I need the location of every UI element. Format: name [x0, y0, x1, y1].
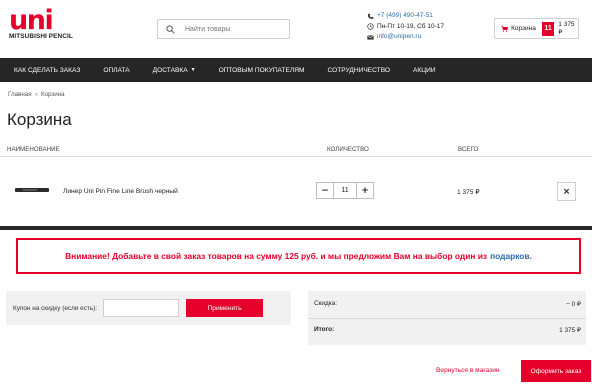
- email-link[interactable]: info@unipen.ru: [377, 32, 421, 43]
- working-hours: Пн-Пт 10-19, Сб 10-17: [377, 22, 444, 30]
- quantity-value[interactable]: 11: [334, 182, 356, 199]
- phone-link[interactable]: +7 (499) 490-47-51: [377, 11, 433, 22]
- caret-down-icon: ▼: [190, 67, 196, 73]
- coupon-input[interactable]: [103, 299, 180, 317]
- nav-item-promotions[interactable]: АКЦИИ: [413, 67, 436, 74]
- gifts-link[interactable]: подарков: [490, 251, 530, 261]
- discount-label: Скидка:: [314, 300, 337, 307]
- search-input[interactable]: [185, 25, 285, 33]
- apply-coupon-button[interactable]: Применить: [186, 299, 264, 317]
- nav-label: ОПТОВЫМ ПОКУПАТЕЛЯМ: [218, 66, 305, 74]
- cart-table-header: НАИМЕНОВАНИЕ КОЛИЧЕСТВО ВСЕГО: [0, 141, 592, 157]
- total-label: Итого:: [314, 326, 335, 333]
- brand-logo[interactable]: uni MITSUBISHI PENCIL: [9, 5, 73, 40]
- remove-item-button[interactable]: ×: [557, 182, 576, 201]
- gift-notice: Внимание! Добавьте в свой заказ товаров …: [16, 238, 581, 274]
- nav-label: ДОСТАВКА: [152, 66, 188, 74]
- breadcrumb-current: Корзина: [41, 91, 65, 98]
- mail-icon: [367, 34, 374, 40]
- clock-icon: [367, 23, 374, 30]
- increase-quantity-button[interactable]: +: [356, 182, 374, 199]
- nav-item-payment[interactable]: ОПЛАТА: [103, 67, 129, 74]
- product-name[interactable]: Линер Uni Pin Fine Line Brush черный: [63, 188, 178, 195]
- logo-subtitle: MITSUBISHI PENCIL: [9, 33, 73, 40]
- nav-label: КАК СДЕЛАТЬ ЗАКАЗ: [14, 66, 81, 74]
- discount-value: − 0 ₽: [566, 301, 581, 308]
- nav-item-cooperation[interactable]: СОТРУДНИЧЕСТВО: [327, 67, 390, 74]
- site-header: uni MITSUBISHI PENCIL +7 (499) 490-47-51…: [0, 0, 592, 58]
- column-header-total: ВСЕГО: [458, 146, 479, 153]
- table-divider: [0, 226, 592, 230]
- quantity-stepper: − 11 +: [316, 182, 374, 199]
- search-box[interactable]: [157, 19, 290, 39]
- totals-divider: [308, 318, 586, 319]
- nav-item-how-to-order[interactable]: КАК СДЕЛАТЬ ЗАКАЗ: [14, 67, 80, 74]
- cart-item-row: Линер Uni Pin Fine Line Brush черный − 1…: [0, 158, 592, 226]
- nav-label: АКЦИИ: [413, 66, 436, 74]
- back-to-shop-link[interactable]: Вернуться в магазин: [436, 367, 500, 374]
- cart-sum: 1 375 ₽: [558, 21, 575, 36]
- logo-mark: uni: [9, 5, 54, 36]
- notice-end: .: [529, 251, 532, 261]
- contacts-block: +7 (499) 490-47-51 Пн-Пт 10-19, Сб 10-17…: [367, 11, 444, 43]
- item-total-price: 1 375 ₽: [457, 189, 480, 196]
- cart-count-badge: 11: [541, 21, 555, 36]
- header-cart[interactable]: Корзина 11 1 375 ₽: [494, 18, 579, 39]
- totals-panel: Скидка: − 0 ₽ Итого: 1 375 ₽: [308, 291, 586, 345]
- coupon-panel: Купон на скидку (если есть): Применить: [6, 291, 291, 325]
- decrease-quantity-button[interactable]: −: [316, 182, 334, 199]
- search-icon: [166, 24, 175, 34]
- breadcrumb-home[interactable]: Главная: [8, 91, 32, 98]
- notice-text: Внимание! Добавьте в свой заказ товаров …: [65, 251, 488, 261]
- nav-item-wholesale[interactable]: ОПТОВЫМ ПОКУПАТЕЛЯМ: [219, 67, 305, 74]
- checkout-button[interactable]: Оформить заказ: [521, 360, 591, 382]
- page-title: Корзина: [7, 110, 72, 129]
- nav-label: СОТРУДНИЧЕСТВО: [327, 66, 391, 74]
- coupon-label: Купон на скидку (если есть):: [13, 304, 98, 312]
- column-header-quantity: КОЛИЧЕСТВО: [327, 146, 369, 153]
- breadcrumb-separator: »: [34, 91, 39, 98]
- phone-icon: [367, 13, 374, 19]
- breadcrumb: Главная» Корзина: [8, 91, 65, 98]
- main-nav: КАК СДЕЛАТЬ ЗАКАЗ ОПЛАТА ДОСТАВКА ▼ ОПТОВ…: [0, 58, 592, 82]
- nav-label: ОПЛАТА: [103, 66, 130, 74]
- column-header-name: НАИМЕНОВАНИЕ: [7, 146, 60, 153]
- cart-icon: [501, 25, 509, 32]
- product-thumbnail[interactable]: [15, 188, 49, 192]
- nav-item-delivery[interactable]: ДОСТАВКА ▼: [153, 67, 196, 74]
- total-value: 1 375 ₽: [559, 327, 581, 334]
- cart-label: Корзина: [511, 25, 536, 32]
